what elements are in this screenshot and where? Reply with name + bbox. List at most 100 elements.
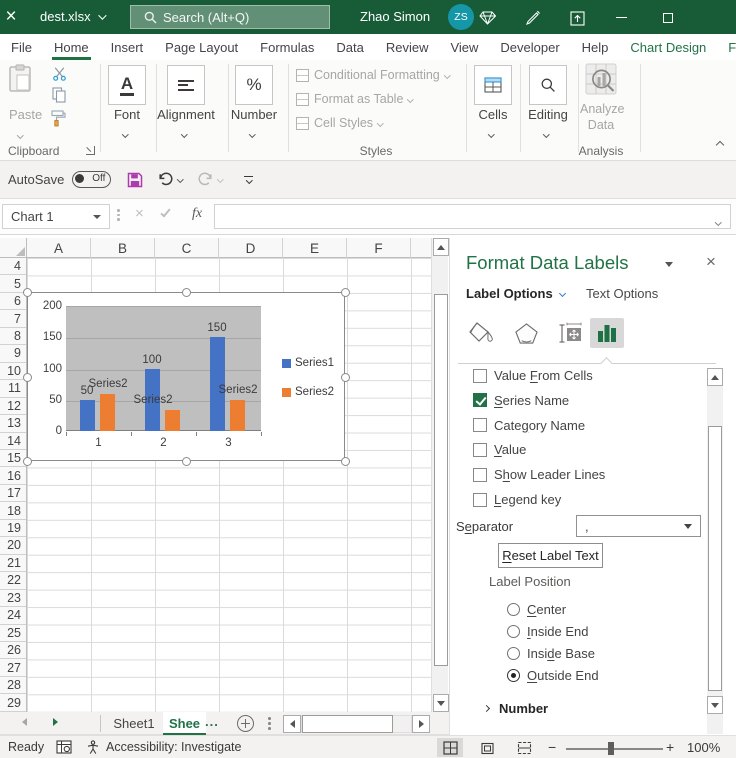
insert-function-button[interactable]: fx [192, 206, 202, 222]
number-chevron-icon[interactable] [250, 123, 255, 141]
reset-label-text-button[interactable]: Reset Label Text [498, 543, 603, 568]
undo-button[interactable] [157, 172, 183, 187]
data-label[interactable]: 100 [137, 354, 167, 366]
cell-styles-button[interactable]: Cell Styles [296, 116, 383, 130]
formula-bar-handle[interactable] [117, 209, 120, 221]
user-name[interactable]: Zhao Simon [360, 0, 430, 34]
row-header-22[interactable]: 22 [0, 572, 26, 589]
draw-pen-icon[interactable] [524, 9, 542, 27]
separator-select[interactable]: , [576, 515, 701, 537]
ribbon-tab-page-layout[interactable]: Page Layout [154, 34, 249, 60]
minimize-button[interactable] [612, 9, 630, 25]
row-header-4[interactable]: 4 [0, 258, 26, 275]
row-header-13[interactable]: 13 [0, 415, 26, 432]
row-header-25[interactable]: 25 [0, 625, 26, 642]
hscroll-left-button[interactable] [283, 715, 301, 733]
column-header-A[interactable]: A [27, 238, 91, 258]
copy-button[interactable] [52, 87, 66, 108]
radio-outside-end[interactable]: Outside End [507, 668, 599, 683]
hscroll-thumb[interactable] [302, 715, 393, 733]
checkbox-icon[interactable] [473, 369, 487, 383]
fill-line-icon[interactable] [464, 318, 498, 348]
font-button[interactable]: A [108, 65, 146, 105]
row-header-26[interactable]: 26 [0, 642, 26, 659]
row-header-16[interactable]: 16 [0, 467, 26, 484]
legend-label-series1[interactable]: Series1 [295, 357, 334, 369]
radio-icon[interactable] [507, 625, 520, 638]
data-label[interactable]: Series2 [129, 394, 177, 406]
font-label[interactable]: Font [100, 107, 154, 122]
pane-menu-chevron-icon[interactable] [665, 262, 673, 267]
customize-qat-icon[interactable] [244, 176, 253, 183]
selection-handle[interactable] [182, 457, 191, 466]
column-header-B[interactable]: B [91, 238, 155, 258]
data-label[interactable]: Series2 [214, 384, 262, 396]
selection-handle[interactable] [23, 288, 32, 297]
label-options-icon[interactable] [590, 318, 624, 348]
row-header-11[interactable]: 11 [0, 380, 26, 397]
ribbon-tab-developer[interactable]: Developer [489, 34, 570, 60]
editing-button[interactable] [529, 65, 567, 105]
autosave-toggle[interactable]: Off [72, 171, 111, 188]
column-header-E[interactable]: E [283, 238, 347, 258]
checkbox-icon[interactable] [473, 493, 487, 507]
row-header-17[interactable]: 17 [0, 485, 26, 502]
row-header-27[interactable]: 27 [0, 659, 26, 676]
scroll-up-button[interactable] [433, 238, 449, 256]
ribbon-tab-home[interactable]: Home [43, 34, 100, 60]
radio-center[interactable]: Center [507, 602, 566, 617]
column-header-F[interactable]: F [347, 238, 411, 258]
legend-label-series2[interactable]: Series2 [295, 386, 334, 398]
tab-label-options[interactable]: Label Options [466, 286, 565, 301]
undo-chevron-icon[interactable] [177, 176, 183, 182]
checkbox-icon[interactable] [473, 443, 487, 457]
ribbon-tab-insert[interactable]: Insert [100, 34, 155, 60]
data-label[interactable]: 150 [202, 322, 232, 334]
row-header-23[interactable]: 23 [0, 590, 26, 607]
checkbox-value[interactable]: Value [473, 442, 526, 457]
premium-gem-icon[interactable] [478, 9, 496, 27]
checkbox-checked-icon[interactable] [473, 393, 487, 407]
ribbon-display-options-icon[interactable] [568, 9, 586, 27]
checkbox-icon[interactable] [473, 418, 487, 432]
radio-icon[interactable] [507, 603, 520, 616]
row-header-14[interactable]: 14 [0, 433, 26, 450]
pane-close-icon[interactable]: × [706, 252, 716, 272]
add-sheet-button[interactable] [237, 715, 254, 732]
editing-chevron-icon[interactable] [544, 123, 549, 141]
collapse-ribbon-icon[interactable] [712, 142, 728, 154]
avatar[interactable]: ZS [448, 4, 474, 30]
select-all-button[interactable] [0, 238, 27, 258]
ribbon-tab-formulas[interactable]: Formulas [249, 34, 325, 60]
row-header-8[interactable]: 8 [0, 328, 26, 345]
selection-handle[interactable] [23, 373, 32, 382]
grid-vertical-scrollbar[interactable] [431, 238, 448, 712]
row-header-20[interactable]: 20 [0, 537, 26, 554]
zoom-slider-thumb[interactable] [608, 742, 614, 755]
cells-label[interactable]: Cells [472, 107, 514, 122]
radio-inside-end[interactable]: Inside End [507, 624, 588, 639]
close-button[interactable]: × [0, 0, 22, 34]
paste-dropdown-chevron-icon[interactable] [18, 124, 23, 142]
pane-scroll-up-button[interactable] [707, 368, 723, 386]
cancel-icon[interactable]: × [135, 205, 144, 222]
accessibility-icon[interactable] [85, 740, 101, 758]
formula-bar-expand-icon[interactable] [716, 211, 721, 229]
radio-selected-icon[interactable] [507, 669, 520, 682]
number-button[interactable]: % [235, 65, 273, 105]
row-header-5[interactable]: 5 [0, 275, 26, 292]
alignment-label[interactable]: Alignment [150, 107, 222, 122]
zoom-out-button[interactable]: − [548, 739, 556, 755]
search-input[interactable]: Search (Alt+Q) [130, 5, 330, 29]
row-header-21[interactable]: 21 [0, 555, 26, 572]
format-painter-button[interactable] [50, 110, 66, 132]
checkbox-value-from-cells[interactable]: Value From Cells [473, 368, 593, 383]
redo-button[interactable] [197, 172, 223, 187]
sheet-tab-active[interactable]: Shee [163, 712, 206, 735]
name-box[interactable]: Chart 1 [2, 204, 110, 229]
pane-scroll-down-button[interactable] [707, 696, 723, 714]
zoom-in-button[interactable]: + [666, 739, 674, 755]
row-header-29[interactable]: 29 [0, 694, 26, 711]
grid-vscroll-thumb[interactable] [434, 294, 448, 666]
selection-handle[interactable] [182, 288, 191, 297]
